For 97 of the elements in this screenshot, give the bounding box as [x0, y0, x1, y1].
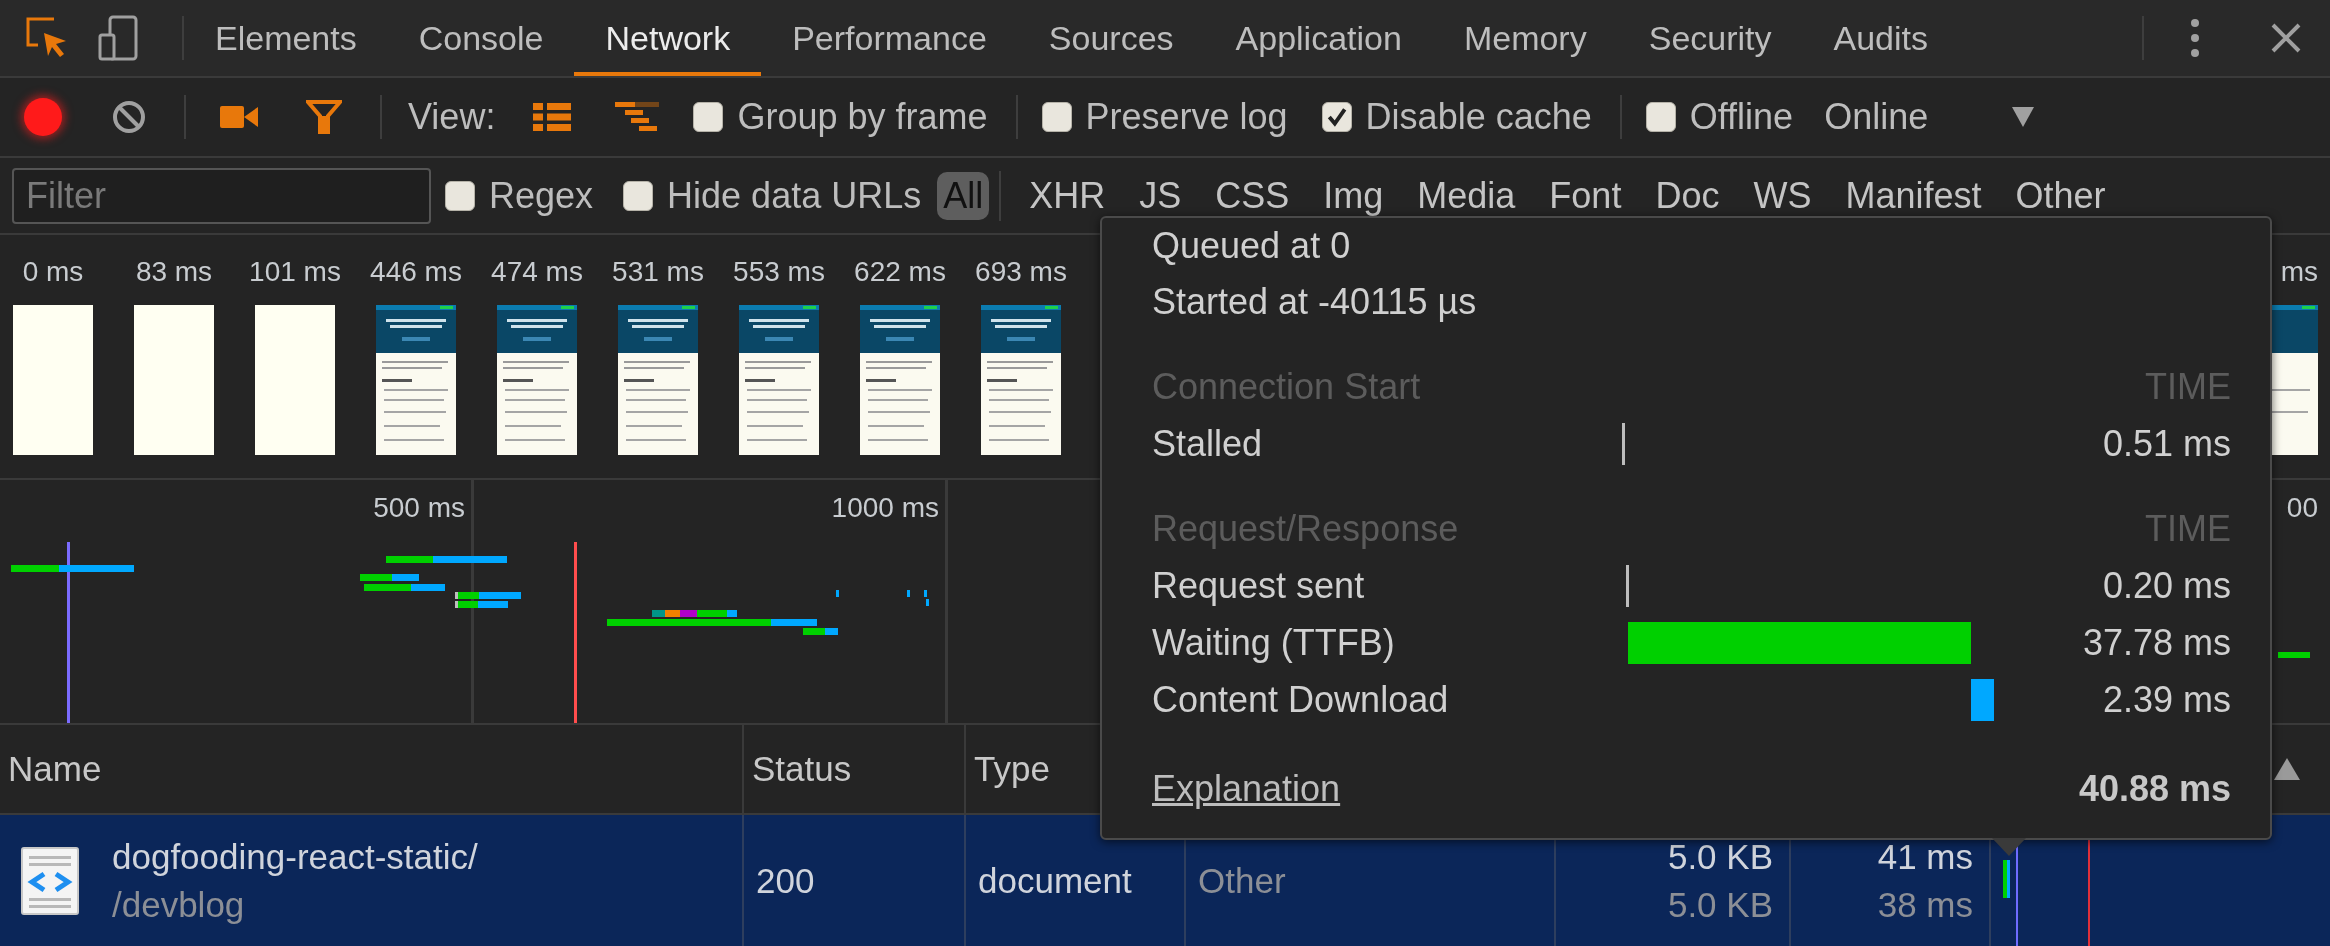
transfer-size: 5.0 KB: [1667, 836, 1773, 877]
frame-time: 693 ms: [975, 255, 1067, 289]
column-header[interactable]: Status: [752, 749, 852, 789]
total-duration: 40.88 ms: [2078, 767, 2231, 810]
checkbox-label: Regex: [489, 174, 594, 217]
type-filter[interactable]: JS: [1133, 171, 1188, 220]
time-header: TIME: [2145, 365, 2231, 408]
checkbox[interactable]: [1041, 102, 1072, 132]
type-filter[interactable]: CSS: [1209, 171, 1296, 220]
column-header[interactable]: Type: [974, 749, 1050, 789]
tooltip-pointer: [1992, 838, 2026, 856]
panel-tab[interactable]: Console: [387, 0, 575, 76]
type-filter[interactable]: XHR: [1023, 171, 1112, 220]
checkbox[interactable]: [623, 180, 654, 211]
phase-duration: 37.78 ms: [2082, 621, 2231, 664]
panel-tab[interactable]: Network: [574, 0, 762, 76]
panel-tab[interactable]: Audits: [1802, 0, 1960, 76]
filter-field[interactable]: Filter: [12, 167, 431, 224]
time-tick-label: 500 ms: [373, 492, 465, 524]
checkbox-label: Preserve log: [1085, 96, 1288, 138]
page-thumbnail[interactable]: [376, 305, 456, 455]
panel-tab[interactable]: Memory: [1432, 0, 1618, 76]
panel-tab[interactable]: Elements: [184, 0, 388, 76]
type-filter[interactable]: Img: [1317, 171, 1390, 220]
resource-type: document: [978, 860, 1132, 901]
type-filter[interactable]: Other: [2009, 171, 2112, 220]
frame-time: 0 ms: [22, 255, 84, 289]
dropdown-caret-icon[interactable]: [2012, 107, 2035, 127]
waterfall-view-icon[interactable]: [615, 102, 660, 132]
page-thumbnail[interactable]: [981, 305, 1061, 455]
html-document-icon: [20, 845, 80, 916]
initiator: Other: [1198, 860, 1286, 901]
checkbox-label: Disable cache: [1365, 96, 1592, 138]
time-header: TIME: [2145, 507, 2231, 550]
request-row[interactable]: dogfooding-react-static/ /devblog 200 document Other 5.0 KB 5.0 KB 41 ms 38 ms: [0, 815, 2330, 946]
type-filter[interactable]: Doc: [1649, 171, 1726, 220]
explanation-link[interactable]: Explanation: [1152, 767, 1341, 810]
request-time: 41 ms: [1877, 836, 1973, 877]
phase-label: Waiting (TTFB): [1152, 621, 1396, 664]
phase-duration: 0.20 ms: [2102, 564, 2231, 607]
checkbox[interactable]: [1321, 102, 1352, 132]
type-filter[interactable]: Manifest: [1839, 171, 1988, 220]
frame-time: ms: [2280, 255, 2318, 289]
phase-duration: 2.39 ms: [2102, 678, 2231, 721]
frame-time: 83 ms: [135, 255, 213, 289]
page-thumbnail[interactable]: [497, 305, 577, 455]
checkbox[interactable]: [1645, 102, 1676, 132]
page-thumbnail[interactable]: [618, 305, 698, 455]
type-filter[interactable]: Media: [1411, 171, 1522, 220]
column-header[interactable]: Name: [8, 749, 102, 789]
clear-icon[interactable]: [112, 100, 146, 134]
latency-time: 38 ms: [1877, 884, 1973, 925]
request-name: dogfooding-react-static/: [112, 836, 478, 877]
frame-time: 622 ms: [854, 255, 946, 289]
record-button[interactable]: [24, 98, 62, 136]
list-view-icon[interactable]: [533, 103, 572, 131]
resource-size: 5.0 KB: [1667, 884, 1773, 925]
started-time: Started at -40115 µs: [1152, 280, 1478, 324]
checkbox[interactable]: [445, 180, 475, 211]
frame-time: 446 ms: [370, 255, 462, 289]
panel-tab[interactable]: Security: [1617, 0, 1803, 76]
page-thumbnail[interactable]: [739, 305, 819, 455]
time-tick-label: 1000 ms: [831, 492, 939, 524]
checkbox-label: Hide data URLs: [667, 174, 922, 217]
page-thumbnail[interactable]: [860, 305, 940, 455]
checkbox[interactable]: [693, 102, 724, 132]
phase-label: Content Download: [1152, 678, 1450, 721]
type-filter[interactable]: Font: [1543, 171, 1628, 220]
filter-icon[interactable]: [306, 100, 342, 134]
phase-label: Stalled: [1152, 422, 1264, 465]
type-filter[interactable]: WS: [1747, 171, 1818, 220]
time-tick-label: 00: [2286, 492, 2318, 524]
frame-time: 531 ms: [612, 255, 704, 289]
section-header: Request/Response: [1152, 507, 1460, 550]
throttling-select[interactable]: Online: [1824, 96, 1929, 138]
status-code: 200: [756, 860, 815, 901]
phase-duration: 0.51 ms: [2102, 422, 2231, 465]
view-label: View:: [408, 96, 496, 138]
camera-icon[interactable]: [220, 104, 258, 130]
checkbox-label: Group by frame: [737, 96, 988, 138]
queued-time: Queued at 0: [1152, 224, 1352, 268]
waterfall-bar: [2003, 860, 2010, 898]
close-icon[interactable]: [2270, 22, 2302, 54]
phase-label: Request sent: [1152, 564, 1366, 607]
request-path: /devblog: [112, 884, 246, 925]
more-icon[interactable]: [2190, 18, 2200, 58]
panel-tab[interactable]: Performance: [761, 0, 1018, 76]
panel-tab[interactable]: Sources: [1017, 0, 1205, 76]
checkbox-label: Offline: [1689, 96, 1794, 138]
device-icon[interactable]: [98, 15, 138, 61]
sort-ascending-icon[interactable]: [2274, 758, 2300, 780]
section-header: Connection Start: [1152, 365, 1422, 408]
frame-time: 553 ms: [733, 255, 825, 289]
frame-time: 101 ms: [249, 255, 341, 289]
frame-time: 474 ms: [491, 255, 583, 289]
panel-tab[interactable]: Application: [1204, 0, 1433, 76]
timeline-bar: [2278, 652, 2310, 658]
